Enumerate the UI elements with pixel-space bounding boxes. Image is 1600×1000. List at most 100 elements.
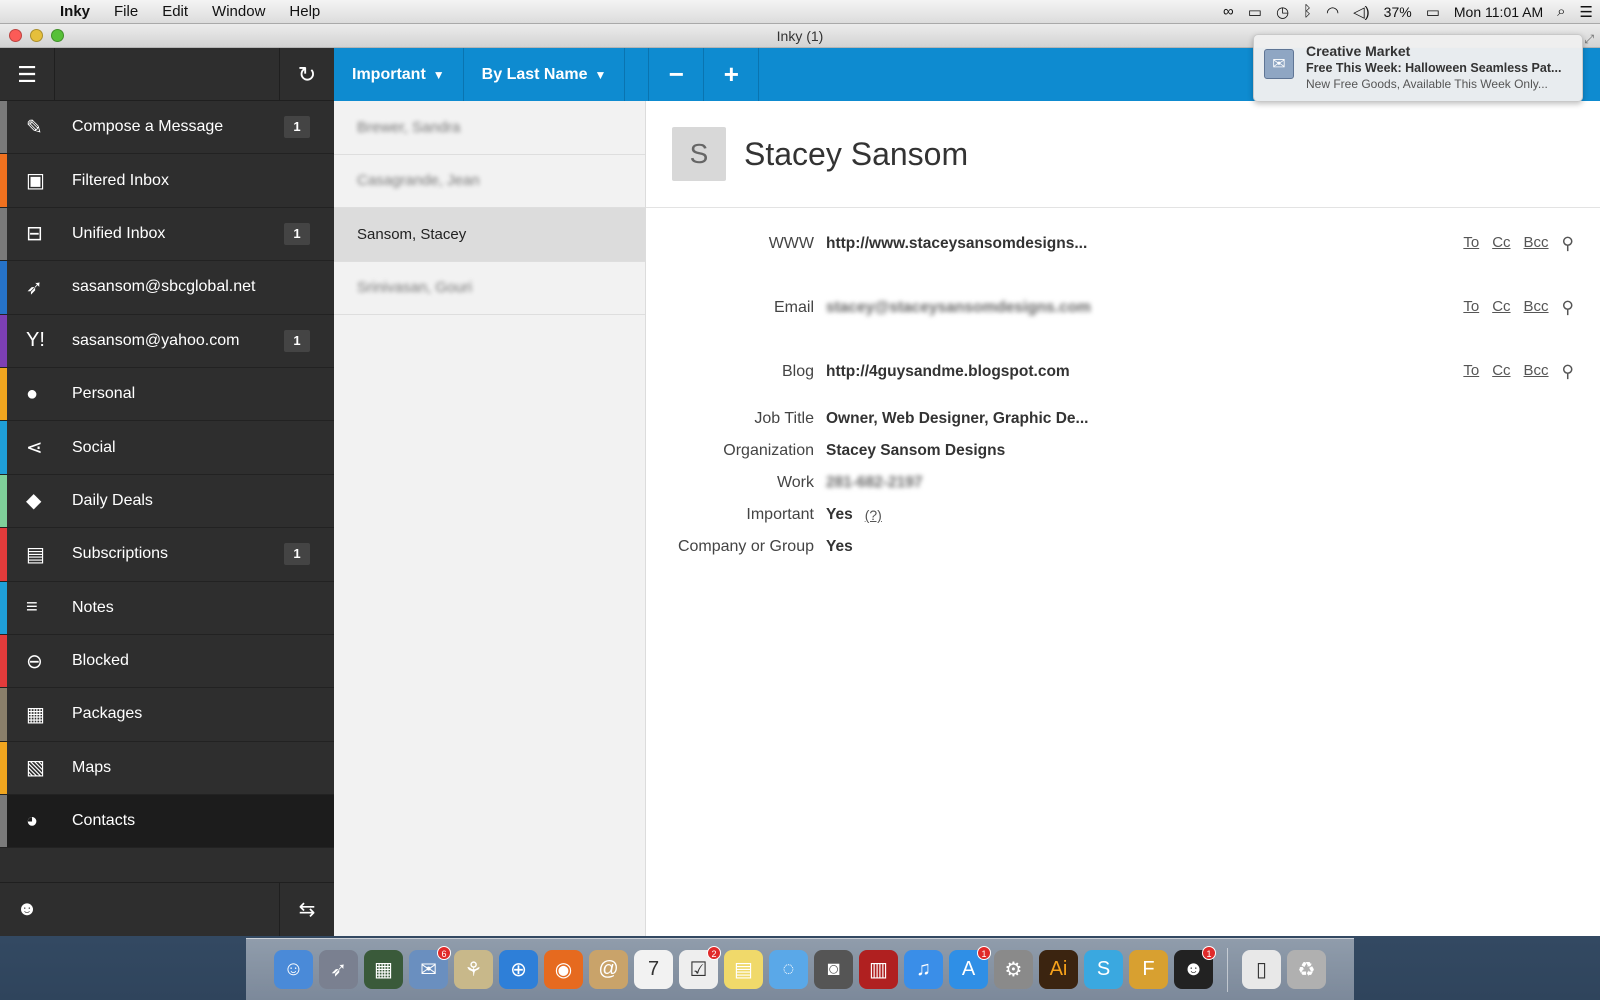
contact-list: Brewer, Sandra Casagrande, Jean Sansom, St… xyxy=(334,101,646,936)
bcc-link[interactable]: Bcc xyxy=(1524,298,1549,318)
sidebar-item[interactable]: ◆ Daily Deals xyxy=(0,474,334,529)
collapse-sidebar-icon[interactable]: ⇆ xyxy=(280,883,334,937)
bcc-link[interactable]: Bcc xyxy=(1524,362,1549,382)
mission-control-icon[interactable]: ▦ xyxy=(364,950,403,989)
contact-list-item[interactable]: Sansom, Stacey xyxy=(334,208,645,262)
inky-icon[interactable]: ☻ 1 xyxy=(1174,946,1216,989)
notification-banner[interactable]: ✉ Creative Market Free This Week: Hallow… xyxy=(1253,34,1583,102)
sidebar-item[interactable]: Y! sasansom@yahoo.com 1 xyxy=(0,314,334,368)
messages-icon[interactable]: ◌ xyxy=(769,950,808,989)
sidebar-item[interactable]: ⋖ Social xyxy=(0,421,334,475)
inky-logo-icon[interactable]: ☻ xyxy=(0,883,54,937)
menu-file[interactable]: File xyxy=(102,3,150,20)
sidebar-item[interactable]: ⊖ Blocked xyxy=(0,634,334,689)
contact-list-item[interactable]: Casagrande, Jean xyxy=(334,155,645,208)
facetime-icon[interactable]: ◙ xyxy=(814,950,853,989)
search-icon[interactable]: ⚲ xyxy=(1562,362,1574,382)
contacts-app-icon[interactable]: @ xyxy=(589,950,628,989)
wifi-icon[interactable]: ◠ xyxy=(1319,3,1346,21)
search-icon[interactable]: ⚲ xyxy=(1562,298,1574,318)
field-label: Work xyxy=(776,474,814,491)
sidebar-item[interactable]: ● Personal xyxy=(0,367,334,422)
refresh-icon[interactable]: ↻ xyxy=(280,48,334,101)
app-store-icon[interactable]: A1 xyxy=(949,946,991,989)
email-value[interactable]: stacey@staceysansomdesigns.com xyxy=(826,299,1091,317)
remove-contact-button[interactable]: − xyxy=(649,48,705,101)
photo-booth-icon[interactable]: ▥ xyxy=(859,950,898,989)
battery-percent[interactable]: 37% xyxy=(1377,4,1419,20)
battery-icon[interactable]: ▭ xyxy=(1419,3,1447,21)
sidebar-item[interactable]: ▦ Packages xyxy=(0,688,334,742)
preview-icon[interactable]: ⚘ xyxy=(454,950,493,989)
menu-hamburger-icon[interactable]: ☰ xyxy=(0,48,54,101)
to-link[interactable]: To xyxy=(1463,234,1479,254)
cc-link[interactable]: Cc xyxy=(1492,362,1510,382)
reminders-icon[interactable]: ☑ 2 xyxy=(679,946,721,989)
dock-separator xyxy=(1227,947,1228,992)
close-window-button[interactable] xyxy=(9,29,22,42)
time-machine-icon[interactable]: ◷ xyxy=(1269,3,1296,21)
launchpad-icon[interactable]: ➶ xyxy=(319,950,358,989)
zoom-window-button[interactable] xyxy=(51,29,64,42)
finder-icon[interactable]: ☺ xyxy=(274,950,313,989)
spotlight-icon[interactable]: ⌕ xyxy=(1550,3,1572,20)
fontcase-icon[interactable]: F xyxy=(1129,950,1168,989)
menu-edit[interactable]: Edit xyxy=(150,3,200,20)
safari-icon[interactable]: ⊕ xyxy=(499,950,538,989)
www-value[interactable]: http://www.staceysansomdesigns... xyxy=(826,235,1087,253)
sidebar-color-stripe xyxy=(0,421,7,474)
volume-icon[interactable]: ◁) xyxy=(1346,3,1377,21)
system-preferences-icon[interactable]: ⚙ xyxy=(994,950,1033,989)
work-phone-value[interactable]: 281-682-2197 xyxy=(826,474,923,492)
to-link[interactable]: To xyxy=(1463,362,1479,382)
notification-center-icon[interactable]: ☰ xyxy=(1573,3,1600,21)
blog-value[interactable]: http://4guysandme.blogspot.com xyxy=(826,363,1070,381)
avatar: S xyxy=(672,127,726,181)
dock-badge: 6 xyxy=(437,946,451,960)
contact-list-item[interactable]: Brewer, Sandra xyxy=(334,101,645,155)
mail-icon[interactable]: ✉ 6 xyxy=(409,946,451,989)
important-help-link[interactable]: (?) xyxy=(865,507,882,523)
contact-detail: S Stacey Sansom WWW http://www.staceysan… xyxy=(646,101,1600,936)
sidebar-item[interactable]: ▣ Filtered Inbox xyxy=(0,154,334,208)
calendar-icon[interactable]: 7 xyxy=(634,950,673,989)
sidebar-item[interactable]: ➶ sasansom@sbcglobal.net xyxy=(0,261,334,315)
sidebar-item[interactable]: ⊟ Unified Inbox 1 xyxy=(0,207,334,262)
add-contact-button[interactable]: + xyxy=(704,48,760,101)
airplay-icon[interactable]: ▭ xyxy=(1241,3,1269,21)
document-icon[interactable]: ▯ xyxy=(1242,950,1281,989)
sort-dropdown[interactable]: By Last Name ▼ xyxy=(464,48,626,101)
sidebar-color-stripe xyxy=(0,367,7,421)
menu-window[interactable]: Window xyxy=(200,3,277,20)
company-group-value: Yes xyxy=(826,538,853,555)
firefox-icon[interactable]: ◉ xyxy=(544,950,583,989)
cc-link[interactable]: Cc xyxy=(1492,234,1510,254)
clock[interactable]: Mon 11:01 AM xyxy=(1447,4,1550,20)
cc-link[interactable]: Cc xyxy=(1492,298,1510,318)
stickies-icon[interactable]: ▤ xyxy=(724,950,763,989)
search-icon[interactable]: ⚲ xyxy=(1562,234,1574,254)
field-organization: Organization Stacey Sansom Designs xyxy=(646,439,1600,463)
menu-help[interactable]: Help xyxy=(277,3,332,20)
contact-list-item[interactable]: Srinivasan, Gouri xyxy=(334,262,645,315)
menu-app-name[interactable]: Inky xyxy=(48,3,102,20)
sidebar-item[interactable]: ◕ Contacts xyxy=(0,795,334,849)
filtered-inbox-icon: ▣ xyxy=(26,170,45,193)
skype-icon[interactable]: S xyxy=(1084,950,1123,989)
notification-title: Creative Market xyxy=(1306,43,1411,59)
minimize-window-button[interactable] xyxy=(30,29,43,42)
unread-count-badge: 1 xyxy=(284,222,310,245)
sidebar-item[interactable]: ▧ Maps xyxy=(0,741,334,796)
trash-icon[interactable]: ♻ xyxy=(1287,950,1326,989)
field-work: Work 281-682-2197 xyxy=(646,471,1600,495)
sidebar-item[interactable]: ✎ Compose a Message 1 xyxy=(0,101,334,155)
bluetooth-icon[interactable]: ᛒ xyxy=(1296,3,1319,20)
creative-cloud-icon[interactable]: ∞ xyxy=(1216,3,1241,20)
filter-dropdown[interactable]: Important ▼ xyxy=(334,48,464,101)
illustrator-icon[interactable]: Ai xyxy=(1039,950,1078,989)
to-link[interactable]: To xyxy=(1463,298,1479,318)
itunes-icon[interactable]: ♫ xyxy=(904,950,943,989)
sidebar-item[interactable]: ≡ Notes xyxy=(0,581,334,635)
sidebar-item[interactable]: ▤ Subscriptions 1 xyxy=(0,528,334,582)
bcc-link[interactable]: Bcc xyxy=(1524,234,1549,254)
